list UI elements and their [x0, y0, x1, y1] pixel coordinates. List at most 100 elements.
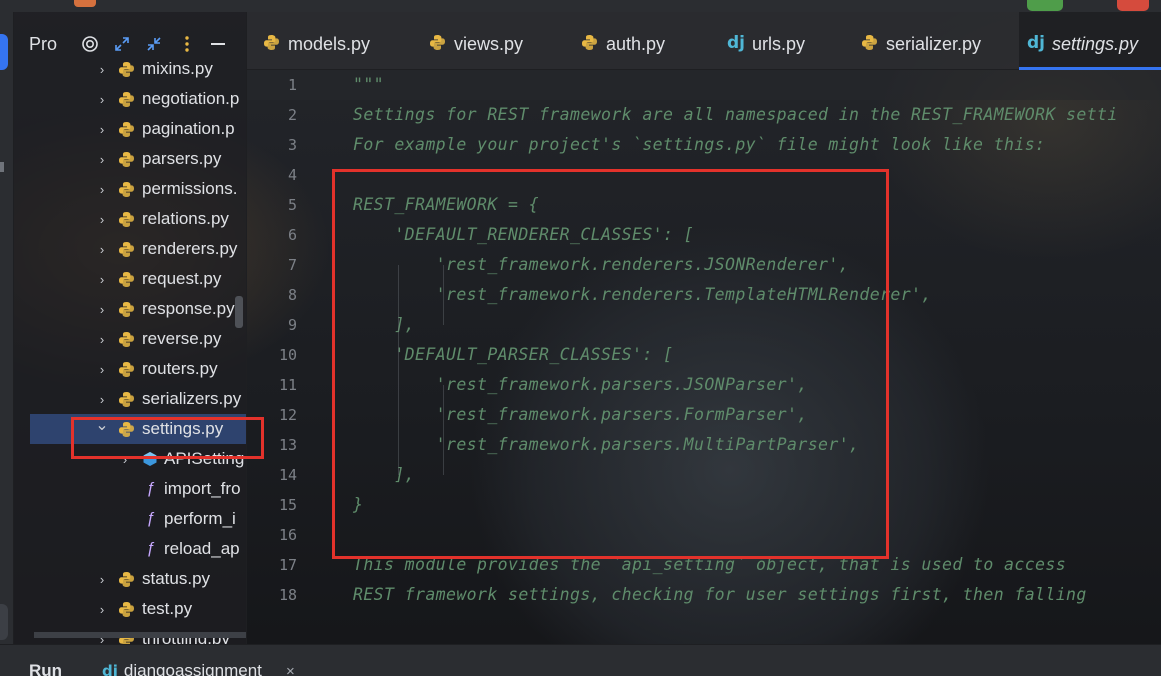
close-icon[interactable]: × — [286, 663, 295, 676]
tab-settings[interactable]: dj settings.py — [1019, 12, 1161, 70]
tree-item-label: perform_i — [164, 509, 236, 528]
line-number: 3 — [287, 136, 297, 154]
tab-label: settings.py — [1052, 34, 1139, 54]
tree-item-file[interactable]: › renderers.py — [14, 234, 246, 264]
bottom-tool-window-bar: Run dj djangoassignment × — [0, 644, 1161, 676]
tab-serializer[interactable]: serializer.py — [853, 12, 1003, 70]
tree-item-file[interactable]: › relations.py — [14, 204, 246, 234]
tree-item-file[interactable]: › request.py — [14, 264, 246, 294]
django-icon: dj — [727, 33, 745, 53]
tree-item-file[interactable]: › pagination.p — [14, 114, 246, 144]
chevron-right-icon[interactable]: › — [95, 602, 109, 617]
python-file-icon — [118, 331, 135, 348]
chevron-right-icon[interactable]: › — [95, 302, 109, 317]
chevron-right-icon[interactable]: › — [95, 392, 109, 407]
python-file-icon — [118, 301, 135, 318]
chevron-right-icon[interactable]: › — [95, 152, 109, 167]
run-config-tab[interactable]: dj djangoassignment — [102, 661, 262, 676]
chevron-right-icon[interactable]: › — [95, 362, 109, 377]
annotation-box-rest-framework-config — [332, 169, 889, 559]
horizontal-scrollbar[interactable] — [34, 632, 246, 638]
tree-item-file[interactable]: › permissions. — [14, 174, 246, 204]
chevron-right-icon[interactable]: › — [95, 182, 109, 197]
python-file-icon — [118, 211, 135, 228]
tree-item-label: import_fro — [164, 479, 241, 498]
chevron-right-icon[interactable]: › — [95, 332, 109, 347]
tree-item-label: relations.py — [142, 209, 229, 228]
line-number: 4 — [287, 166, 297, 184]
function-icon: ƒ — [146, 480, 155, 497]
tab-auth[interactable]: auth.py — [573, 12, 703, 70]
bottom-tool-button[interactable] — [0, 604, 8, 640]
collapse-all-icon[interactable] — [144, 34, 164, 54]
chevron-right-icon[interactable]: › — [95, 122, 109, 137]
chevron-right-icon[interactable]: › — [95, 272, 109, 287]
chevron-right-icon[interactable]: › — [95, 212, 109, 227]
tree-item-function[interactable]: ƒ perform_i — [14, 504, 246, 534]
tree-item-file[interactable]: › serializers.py — [14, 384, 246, 414]
tree-item-file[interactable]: › test.py — [14, 594, 246, 624]
tree-item-file[interactable]: › negotiation.p — [14, 84, 246, 114]
run-button[interactable] — [1027, 0, 1063, 11]
project-panel: Pro › mixins.py › negotiation.p › pagination.… — [14, 12, 247, 644]
python-file-icon — [118, 361, 135, 378]
line-number: 1 — [287, 76, 297, 94]
python-file-icon — [118, 391, 135, 408]
tree-item-function[interactable]: ƒ reload_ap — [14, 534, 246, 564]
project-tool-button[interactable] — [0, 34, 8, 70]
tree-item-file[interactable]: › parsers.py — [14, 144, 246, 174]
minimize-icon[interactable] — [208, 34, 228, 54]
chevron-right-icon[interactable]: › — [95, 572, 109, 587]
run-config-label: djangoassignment — [123, 661, 262, 676]
tab-label: urls.py — [752, 34, 806, 54]
python-file-icon — [118, 601, 135, 618]
tree-item-label: test.py — [142, 599, 193, 618]
tree-item-label: reverse.py — [142, 329, 222, 348]
tab-label: auth.py — [606, 34, 666, 54]
python-icon — [861, 34, 878, 56]
locate-icon[interactable] — [80, 34, 100, 54]
code-line[interactable]: """ — [353, 75, 384, 94]
vertical-scrollbar[interactable] — [235, 296, 243, 328]
activity-bar — [0, 12, 14, 676]
more-options-icon[interactable] — [177, 34, 197, 54]
tree-item-label: response.py — [142, 299, 235, 318]
chevron-right-icon[interactable]: › — [95, 242, 109, 257]
line-number: 14 — [278, 466, 297, 484]
tab-views[interactable]: views.py — [421, 12, 561, 70]
tree-item-file[interactable]: › mixins.py — [14, 54, 246, 84]
python-icon — [263, 34, 280, 56]
django-icon: dj — [1027, 33, 1045, 53]
tree-item-label: parsers.py — [142, 149, 222, 168]
tree-item-label: renderers.py — [142, 239, 238, 258]
tree-item-label: negotiation.p — [142, 89, 240, 108]
tab-label: views.py — [454, 34, 524, 54]
line-number: 10 — [278, 346, 297, 364]
tab-models[interactable]: models.py — [255, 12, 405, 70]
tree-item-label: serializers.py — [142, 389, 242, 408]
line-number: 16 — [278, 526, 297, 544]
chevron-right-icon[interactable]: › — [95, 92, 109, 107]
line-number: 6 — [287, 226, 297, 244]
line-number: 5 — [287, 196, 297, 214]
run-tool-label[interactable]: Run — [29, 661, 62, 676]
python-file-icon — [118, 121, 135, 138]
tree-item-file[interactable]: › status.py — [14, 564, 246, 594]
code-line[interactable]: REST framework settings, checking for us… — [353, 585, 1087, 604]
line-number: 8 — [287, 286, 297, 304]
project-badge[interactable] — [74, 0, 96, 7]
python-file-icon — [118, 571, 135, 588]
tree-item-function[interactable]: ƒ import_fro — [14, 474, 246, 504]
tab-urls[interactable]: dj urls.py — [719, 12, 839, 70]
code-line[interactable]: For example your project's `settings.py`… — [353, 135, 1045, 154]
tree-item-file[interactable]: › routers.py — [14, 354, 246, 384]
chevron-right-icon[interactable]: › — [95, 62, 109, 77]
tree-item-file[interactable]: › response.py — [14, 294, 246, 324]
code-line[interactable]: Settings for REST framework are all name… — [353, 105, 1118, 124]
stop-button[interactable] — [1117, 0, 1149, 11]
expand-all-icon[interactable] — [112, 34, 132, 54]
tree-item-file[interactable]: › reverse.py — [14, 324, 246, 354]
python-icon — [581, 34, 598, 56]
project-title[interactable]: Pro — [29, 34, 57, 55]
python-icon — [429, 34, 446, 56]
